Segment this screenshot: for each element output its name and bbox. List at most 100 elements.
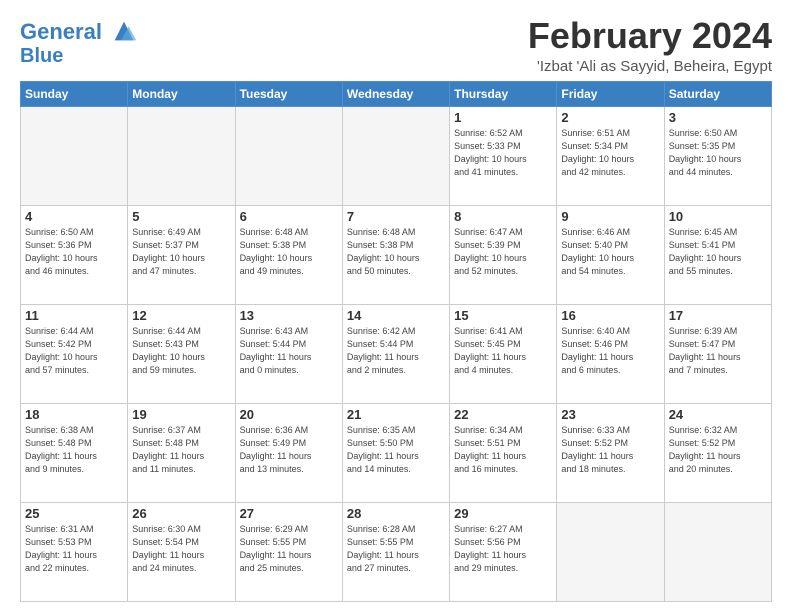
calendar-cell: 25 Sunrise: 6:31 AM Sunset: 5:53 PM Dayli…: [21, 502, 128, 601]
day-info: Sunrise: 6:29 AM Sunset: 5:55 PM Dayligh…: [240, 523, 338, 575]
weekday-header-sunday: Sunday: [21, 81, 128, 106]
day-number: 27: [240, 506, 338, 521]
calendar-cell: 19Sunrise: 6:37 AM Sunset: 5:48 PM Dayli…: [128, 403, 235, 502]
logo-text: General: [20, 20, 138, 45]
day-number: 5: [132, 209, 230, 224]
day-info: Sunrise: 6:30 AM Sunset: 5:54 PM Dayligh…: [132, 523, 230, 575]
day-info: Sunrise: 6:38 AM Sunset: 5:48 PM Dayligh…: [25, 424, 123, 476]
calendar-table: SundayMondayTuesdayWednesdayThursdayFrid…: [20, 81, 772, 602]
header: General Blue February 2024 'Izbat 'Ali a…: [20, 16, 772, 75]
calendar-cell: 9 Sunrise: 6:46 AM Sunset: 5:40 PM Daylig…: [557, 205, 664, 304]
day-info: Sunrise: 6:36 AM Sunset: 5:49 PM Dayligh…: [240, 424, 338, 476]
day-info: Sunrise: 6:39 AM Sunset: 5:47 PM Dayligh…: [669, 325, 767, 377]
day-info: Sunrise: 6:44 AM Sunset: 5:43 PM Dayligh…: [132, 325, 230, 377]
day-info: Sunrise: 6:45 AM Sunset: 5:41 PM Dayligh…: [669, 226, 767, 278]
calendar-cell: 6 Sunrise: 6:48 AM Sunset: 5:38 PM Daylig…: [235, 205, 342, 304]
day-number: 23: [561, 407, 659, 422]
day-number: 13: [240, 308, 338, 323]
logo-blue: Blue: [20, 45, 138, 67]
day-info: Sunrise: 6:52 AM Sunset: 5:33 PM Dayligh…: [454, 127, 552, 179]
weekday-header-friday: Friday: [557, 81, 664, 106]
day-info: Sunrise: 6:41 AM Sunset: 5:45 PM Dayligh…: [454, 325, 552, 377]
day-number: 18: [25, 407, 123, 422]
calendar-cell: 8 Sunrise: 6:47 AM Sunset: 5:39 PM Daylig…: [450, 205, 557, 304]
calendar-cell: 14 Sunrise: 6:42 AM Sunset: 5:44 PM Dayli…: [342, 304, 449, 403]
day-info: Sunrise: 6:50 AM Sunset: 5:35 PM Dayligh…: [669, 127, 767, 179]
day-number: 14: [347, 308, 445, 323]
day-info: Sunrise: 6:31 AM Sunset: 5:53 PM Dayligh…: [25, 523, 123, 575]
weekday-header-wednesday: Wednesday: [342, 81, 449, 106]
day-number: 22: [454, 407, 552, 422]
day-info: Sunrise: 6:49 AM Sunset: 5:37 PM Dayligh…: [132, 226, 230, 278]
day-number: 8: [454, 209, 552, 224]
calendar-cell: 5 Sunrise: 6:49 AM Sunset: 5:37 PM Daylig…: [128, 205, 235, 304]
title-block: February 2024 'Izbat 'Ali as Sayyid, Beh…: [528, 16, 772, 75]
day-info: Sunrise: 6:28 AM Sunset: 5:55 PM Dayligh…: [347, 523, 445, 575]
day-number: 1: [454, 110, 552, 125]
calendar-cell: 1 Sunrise: 6:52 AM Sunset: 5:33 PM Daylig…: [450, 106, 557, 205]
calendar-cell: 27 Sunrise: 6:29 AM Sunset: 5:55 PM Dayli…: [235, 502, 342, 601]
day-info: Sunrise: 6:34 AM Sunset: 5:51 PM Dayligh…: [454, 424, 552, 476]
calendar-cell: 17 Sunrise: 6:39 AM Sunset: 5:47 PM Dayli…: [664, 304, 771, 403]
day-number: 10: [669, 209, 767, 224]
calendar-cell: 16 Sunrise: 6:40 AM Sunset: 5:46 PM Dayli…: [557, 304, 664, 403]
calendar-cell: [21, 106, 128, 205]
calendar-cell: 15 Sunrise: 6:41 AM Sunset: 5:45 PM Dayli…: [450, 304, 557, 403]
day-info: Sunrise: 6:47 AM Sunset: 5:39 PM Dayligh…: [454, 226, 552, 278]
day-info: Sunrise: 6:44 AM Sunset: 5:42 PM Dayligh…: [25, 325, 123, 377]
calendar-cell: [557, 502, 664, 601]
day-number: 15: [454, 308, 552, 323]
day-info: Sunrise: 6:35 AM Sunset: 5:50 PM Dayligh…: [347, 424, 445, 476]
day-number: 25: [25, 506, 123, 521]
calendar-cell: 23 Sunrise: 6:33 AM Sunset: 5:52 PM Dayli…: [557, 403, 664, 502]
day-number: 16: [561, 308, 659, 323]
day-number: 9: [561, 209, 659, 224]
day-number: 17: [669, 308, 767, 323]
page: General Blue February 2024 'Izbat 'Ali a…: [0, 0, 792, 612]
day-number: 26: [132, 506, 230, 521]
month-title: February 2024: [528, 16, 772, 56]
day-info: Sunrise: 6:33 AM Sunset: 5:52 PM Dayligh…: [561, 424, 659, 476]
day-number: 19: [132, 407, 230, 422]
calendar-cell: 18 Sunrise: 6:38 AM Sunset: 5:48 PM Dayli…: [21, 403, 128, 502]
calendar-cell: 24Sunrise: 6:32 AM Sunset: 5:52 PM Dayli…: [664, 403, 771, 502]
calendar-cell: 2 Sunrise: 6:51 AM Sunset: 5:34 PM Daylig…: [557, 106, 664, 205]
calendar-cell: [342, 106, 449, 205]
calendar-cell: 28 Sunrise: 6:28 AM Sunset: 5:55 PM Dayli…: [342, 502, 449, 601]
weekday-header-monday: Monday: [128, 81, 235, 106]
day-number: 3: [669, 110, 767, 125]
day-number: 11: [25, 308, 123, 323]
day-info: Sunrise: 6:46 AM Sunset: 5:40 PM Dayligh…: [561, 226, 659, 278]
calendar-cell: 22 Sunrise: 6:34 AM Sunset: 5:51 PM Dayli…: [450, 403, 557, 502]
day-info: Sunrise: 6:50 AM Sunset: 5:36 PM Dayligh…: [25, 226, 123, 278]
calendar-cell: 4 Sunrise: 6:50 AM Sunset: 5:36 PM Daylig…: [21, 205, 128, 304]
calendar-cell: [664, 502, 771, 601]
day-info: Sunrise: 6:51 AM Sunset: 5:34 PM Dayligh…: [561, 127, 659, 179]
day-number: 12: [132, 308, 230, 323]
calendar-cell: 29 Sunrise: 6:27 AM Sunset: 5:56 PM Dayli…: [450, 502, 557, 601]
day-info: Sunrise: 6:48 AM Sunset: 5:38 PM Dayligh…: [347, 226, 445, 278]
calendar-cell: 21 Sunrise: 6:35 AM Sunset: 5:50 PM Dayli…: [342, 403, 449, 502]
day-number: 4: [25, 209, 123, 224]
calendar-cell: 12 Sunrise: 6:44 AM Sunset: 5:43 PM Dayli…: [128, 304, 235, 403]
day-number: 2: [561, 110, 659, 125]
day-info: Sunrise: 6:42 AM Sunset: 5:44 PM Dayligh…: [347, 325, 445, 377]
day-number: 28: [347, 506, 445, 521]
logo: General Blue: [20, 20, 138, 67]
day-number: 21: [347, 407, 445, 422]
day-number: 7: [347, 209, 445, 224]
day-number: 24: [669, 407, 767, 422]
calendar-cell: [128, 106, 235, 205]
logo-general: General: [20, 19, 102, 44]
calendar-cell: 26 Sunrise: 6:30 AM Sunset: 5:54 PM Dayli…: [128, 502, 235, 601]
calendar-cell: 11 Sunrise: 6:44 AM Sunset: 5:42 PM Dayli…: [21, 304, 128, 403]
day-number: 6: [240, 209, 338, 224]
calendar-cell: 10 Sunrise: 6:45 AM Sunset: 5:41 PM Dayli…: [664, 205, 771, 304]
day-number: 20: [240, 407, 338, 422]
day-info: Sunrise: 6:40 AM Sunset: 5:46 PM Dayligh…: [561, 325, 659, 377]
day-info: Sunrise: 6:27 AM Sunset: 5:56 PM Dayligh…: [454, 523, 552, 575]
weekday-header-tuesday: Tuesday: [235, 81, 342, 106]
calendar-cell: [235, 106, 342, 205]
day-info: Sunrise: 6:48 AM Sunset: 5:38 PM Dayligh…: [240, 226, 338, 278]
day-number: 29: [454, 506, 552, 521]
